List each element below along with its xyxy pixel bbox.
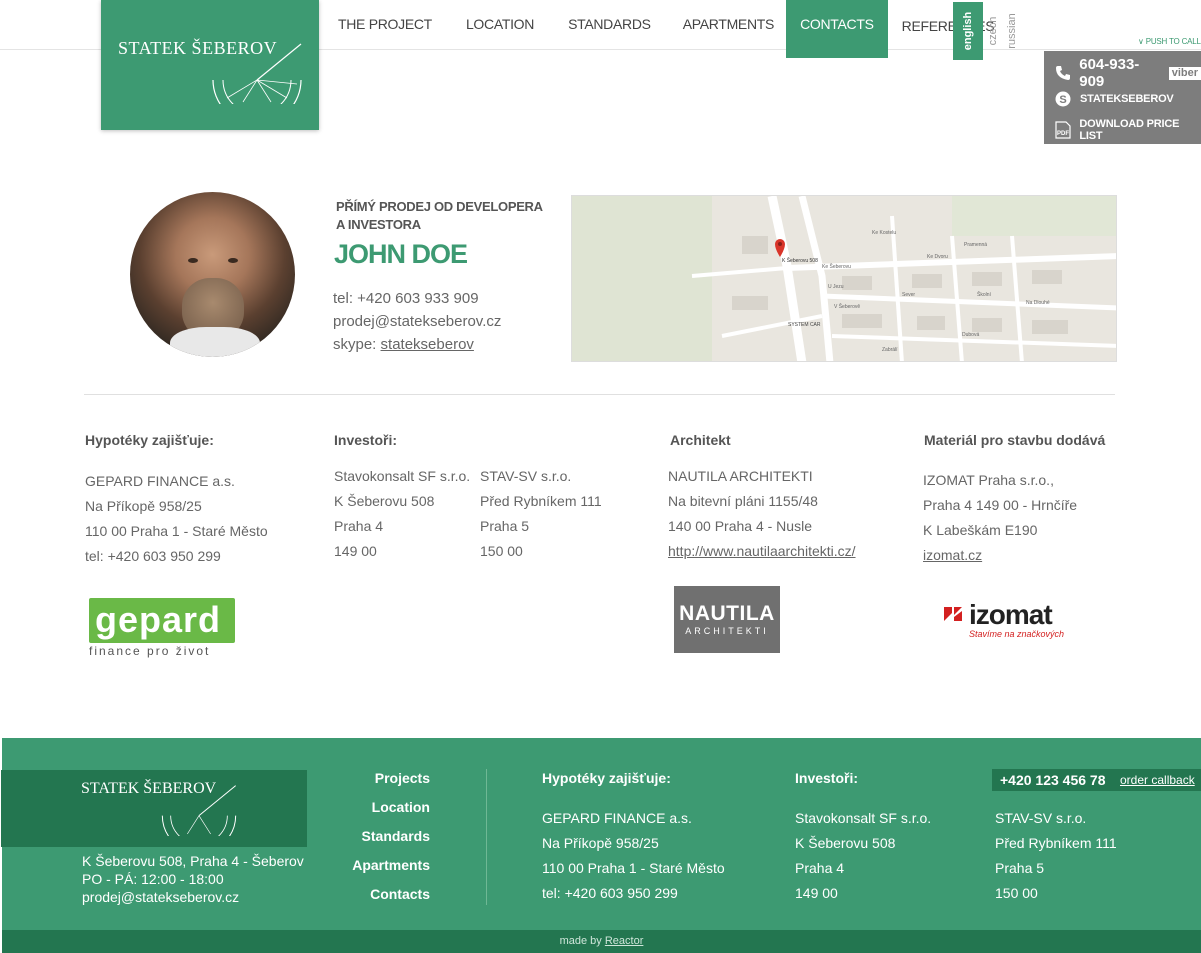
skype-link[interactable]: statekseberov [381, 336, 474, 353]
footer-logo[interactable]: STATEK ŠEBEROV [1, 770, 307, 847]
footer-phone: +420 123 456 78 [1000, 772, 1106, 788]
nav-the-project[interactable]: THE PROJECT [330, 0, 440, 58]
izomat-mark-icon [944, 607, 962, 621]
architect-heading: Architekt [670, 432, 731, 448]
call-phone-number: 604-933-909 [1079, 56, 1140, 90]
footer-nav-contacts[interactable]: Contacts [330, 886, 430, 902]
footer-nav-standards[interactable]: Standards [330, 828, 430, 844]
svg-text:Dubová: Dubová [962, 332, 979, 338]
chevron-down-icon: ∨ [1138, 37, 1144, 46]
svg-text:Ke Kostelu: Ke Kostelu [872, 230, 896, 236]
svg-text:Školní: Školní [977, 291, 992, 298]
mortgage-details: GEPARD FINANCE a.s. Na Příkopě 958/25 11… [85, 473, 268, 564]
footer-mortgage-heading: Hypotéky zajišťuje: [542, 770, 671, 786]
call-panel: 604-933-909 viber S STATEKSEBEROV PDF DO… [1044, 51, 1201, 144]
phone-icon [1054, 64, 1071, 82]
investors-heading: Investoři: [334, 432, 398, 448]
order-callback-link[interactable]: order callback [1120, 773, 1195, 787]
push-to-call-label: PUSH TO CALL [1145, 37, 1201, 46]
push-to-call[interactable]: ∨ PUSH TO CALL [1138, 37, 1201, 46]
material-details: IZOMAT Praha s.r.o., Praha 4 149 00 - Hr… [923, 468, 1077, 568]
svg-text:Ke Dvoru: Ke Dvoru [927, 254, 948, 260]
call-phone-row[interactable]: 604-933-909 viber [1044, 56, 1201, 90]
footer-nav-projects[interactable]: Projects [330, 770, 430, 786]
nav-apartments[interactable]: APARTMENTS [675, 0, 782, 58]
svg-text:SYSTEM CAR: SYSTEM CAR [788, 322, 821, 328]
download-price-list-row[interactable]: PDF DOWNLOAD PRICE LIST [1044, 118, 1201, 142]
material-heading: Materiál pro stavbu dodává [924, 432, 1106, 448]
nav-location[interactable]: LOCATION [458, 0, 542, 58]
architect-link[interactable]: http://www.nautilaarchitekti.cz/ [668, 539, 856, 564]
skype-label: STATEKSEBEROV [1080, 93, 1174, 105]
svg-text:Na Dlouhé: Na Dlouhé [1026, 300, 1050, 306]
footer-sundial-icon [161, 785, 237, 836]
gepard-logo[interactable]: gepard finance pro život [86, 598, 238, 660]
footer-nav-apartments[interactable]: Apartments [330, 857, 430, 873]
nautila-logo[interactable]: NAUTILA ARCHITEKTI [674, 586, 780, 653]
footer-nav-location[interactable]: Location [330, 799, 430, 815]
izomat-link[interactable]: izomat.cz [923, 543, 1077, 568]
svg-text:S: S [1059, 94, 1066, 106]
reactor-link[interactable]: Reactor [605, 935, 644, 947]
footer-investors-heading: Investoři: [795, 770, 859, 786]
sundial-icon [212, 43, 302, 104]
svg-text:Ke Šeberovu: Ke Šeberovu [822, 263, 851, 270]
section-divider [84, 394, 1115, 395]
svg-text:V Šeberově: V Šeberově [834, 303, 860, 310]
viber-badge: viber [1168, 66, 1201, 80]
svg-text:U Jezu: U Jezu [828, 284, 844, 290]
footer-email[interactable]: prodej@statekseberov.cz [82, 889, 239, 905]
contact-subtitle: PŘÍMÝ PRODEJ OD DEVELOPERA A INVESTORA [336, 199, 543, 232]
pdf-icon: PDF [1054, 121, 1071, 139]
footer-investor-2: STAV-SV s.r.o. Před Rybníkem 111 Praha 5… [995, 810, 1117, 901]
footer-hours: PO - PÁ: 12:00 - 18:00 [82, 871, 224, 887]
svg-text:Zabrálí: Zabrálí [882, 347, 898, 353]
contact-email[interactable]: prodej@statekseberov.cz [333, 313, 501, 330]
investor-2-details: STAV-SV s.r.o. Před Rybníkem 111 Praha 5… [480, 468, 602, 559]
nav-contacts[interactable]: CONTACTS [786, 0, 888, 58]
svg-text:K Šeberovu 508: K Šeberovu 508 [782, 257, 818, 264]
location-map[interactable]: K Šeberovu 508 Pramenná Ke Kostelu Ke Še… [571, 195, 1117, 362]
footer-credits: made by Reactor [2, 930, 1201, 953]
footer-phone-bar: +420 123 456 78 order callback [992, 769, 1201, 791]
skype-icon: S [1054, 90, 1072, 108]
map-graphic: K Šeberovu 508 Pramenná Ke Kostelu Ke Še… [572, 196, 1116, 361]
mortgage-heading: Hypotéky zajišťuje: [85, 432, 214, 448]
footer-address: K Šeberovu 508, Praha 4 - Šeberov [82, 853, 304, 869]
main-nav: THE PROJECT LOCATION STANDARDS APARTMENT… [330, 0, 1002, 58]
contact-avatar [130, 192, 295, 357]
nav-standards[interactable]: STANDARDS [560, 0, 659, 58]
contact-tel: tel: +420 603 933 909 [333, 290, 479, 307]
footer-investor-1: Stavokonsalt SF s.r.o. K Šeberovu 508 Pr… [795, 810, 932, 901]
contact-name: JOHN DOE [334, 239, 468, 269]
svg-text:PDF: PDF [1057, 131, 1069, 137]
contact-skype: skype: statekseberov [333, 336, 474, 353]
investor-1-details: Stavokonsalt SF s.r.o. K Šeberovu 508 Pr… [334, 468, 471, 559]
svg-text:Pramenná: Pramenná [964, 242, 987, 248]
architect-details: NAUTILA ARCHITEKTI Na bitevní pláni 1155… [668, 464, 856, 564]
izomat-logo[interactable]: izomat Stavíme na značkových [943, 599, 1073, 643]
footer-separator [486, 769, 487, 905]
svg-text:Sever: Sever [902, 292, 915, 298]
site-logo[interactable]: STATEK ŠEBEROV [101, 0, 319, 130]
footer-mortgage-details: GEPARD FINANCE a.s. Na Příkopě 958/25 11… [542, 810, 725, 901]
download-price-list-label: DOWNLOAD PRICE LIST [1079, 118, 1180, 142]
skype-row[interactable]: S STATEKSEBEROV [1044, 90, 1201, 108]
lang-russian[interactable]: russian [997, 2, 1027, 60]
